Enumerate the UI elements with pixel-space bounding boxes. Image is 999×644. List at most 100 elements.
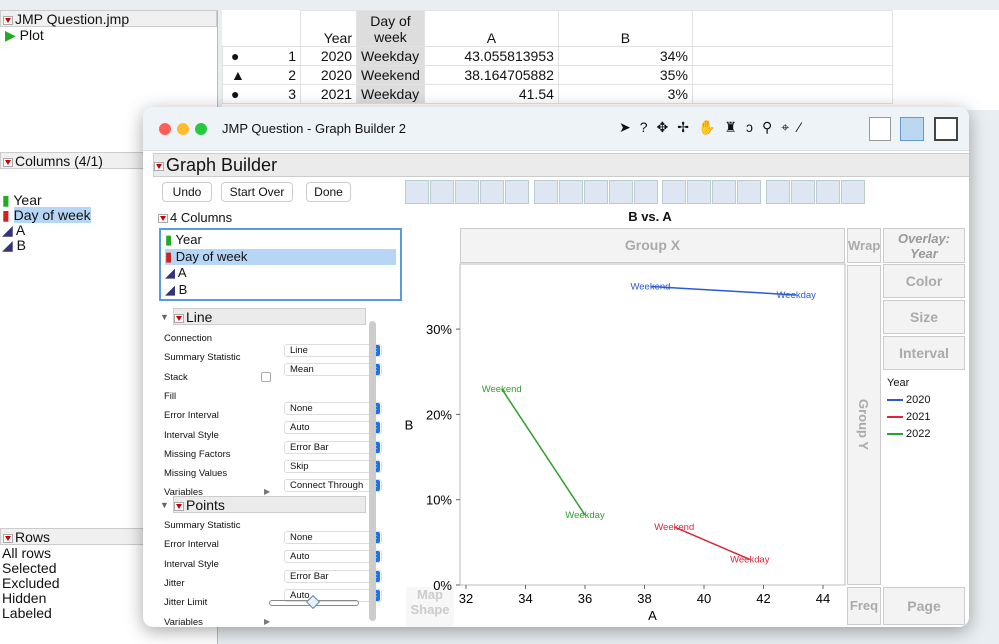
column-day-of-week[interactable]: ▮ Day of week [165, 248, 396, 265]
freq-zone[interactable]: Freq [847, 587, 881, 625]
element-type-bar[interactable] [405, 180, 866, 207]
property-row: Stack [164, 371, 364, 387]
legend-label: 2020 [906, 394, 931, 406]
group-x-zone[interactable]: Group X [460, 228, 845, 263]
x-tick-label: 44 [816, 591, 830, 606]
graph-builder-header[interactable]: Graph Builder [153, 153, 969, 177]
table-row[interactable]: ● 3 2021 Weekday 41.54 3% [222, 84, 893, 104]
jitter-slider[interactable] [269, 595, 359, 610]
data-table: Year Day of week A B ● 1 2020 Weekday 43.055813… [222, 10, 999, 110]
red-triangle-icon[interactable] [3, 157, 13, 167]
line-fit-icon[interactable] [455, 180, 479, 204]
mosaic-icon[interactable] [737, 180, 762, 204]
parallel-icon[interactable] [840, 180, 865, 204]
red-triangle-icon[interactable] [158, 214, 168, 224]
rows-excluded[interactable]: Excluded [2, 576, 60, 591]
points-icon[interactable] [405, 180, 429, 204]
red-triangle-icon[interactable] [154, 161, 164, 171]
script-plot[interactable]: ▶ Plot [0, 27, 217, 44]
line-section-header[interactable]: ▼ Line [160, 308, 366, 325]
map-shape-zone[interactable]: Map Shape [406, 587, 454, 627]
col-header[interactable]: Day of week [356, 10, 425, 47]
column-year[interactable]: ▮ Year [2, 193, 91, 208]
group-y-zone[interactable]: Group Y [847, 265, 881, 585]
column-b[interactable]: ◢ B [165, 282, 396, 299]
legend: Year 2020 2021 2022 [887, 377, 930, 440]
formula-icon[interactable] [790, 180, 815, 204]
caption-box-icon[interactable] [765, 180, 790, 204]
journal-icon[interactable] [869, 117, 891, 141]
table-row[interactable]: ▲ 2 2020 Weekend 38.164705882 35% [222, 65, 893, 85]
col-header[interactable]: A [423, 10, 559, 47]
col-label: A [15, 222, 26, 238]
zoom-button[interactable] [195, 123, 207, 135]
line-icon[interactable] [533, 180, 558, 204]
property-label: Connection [164, 333, 213, 344]
file-name: JMP Question.jmp [15, 11, 130, 27]
bar-icon[interactable] [558, 180, 583, 204]
heatmap-icon[interactable] [662, 180, 687, 204]
points-section-header[interactable]: ▼ Points [160, 496, 366, 513]
box-plot-icon[interactable] [608, 180, 633, 204]
table-row[interactable]: ● 1 2020 Weekday 43.055813953 34% [222, 46, 893, 66]
section-title: Graph Builder [166, 155, 278, 175]
property-row: Connection Line [164, 333, 382, 357]
undo-button[interactable]: Undo [162, 182, 212, 202]
property-label: Interval Style [164, 558, 219, 570]
series-line-2022 [501, 388, 586, 516]
property-row: Missing Factors Skip [164, 449, 382, 473]
column-year[interactable]: ▮ Year [165, 232, 396, 249]
map-shapes-icon[interactable] [815, 180, 840, 204]
rows-selected[interactable]: Selected [2, 561, 60, 576]
column-a[interactable]: ◢ A [2, 223, 91, 238]
color-zone[interactable]: Color [883, 264, 965, 298]
column-list[interactable]: ▮ Year ▮ Day of week ◢ A ◢ B [159, 228, 402, 301]
area-icon[interactable] [583, 180, 608, 204]
legend-item[interactable]: 2021 [887, 411, 930, 423]
treemap-icon[interactable] [712, 180, 737, 204]
column-day-of-week[interactable]: ▮ Day of week [2, 207, 91, 223]
col-header[interactable]: Year [300, 10, 357, 47]
start-over-button[interactable]: Start Over [221, 182, 293, 202]
interval-zone[interactable]: Interval [883, 336, 965, 370]
legend-item[interactable]: 2020 [887, 394, 930, 406]
rows-all[interactable]: All rows [2, 546, 60, 561]
histogram-icon[interactable] [633, 180, 658, 204]
legend-swatch [887, 416, 903, 419]
ellipse-icon[interactable] [480, 180, 504, 204]
close-button[interactable] [159, 123, 171, 135]
slider-thumb[interactable] [305, 595, 321, 610]
nominal-icon: ▮ [2, 207, 10, 223]
minimize-button[interactable] [177, 123, 189, 135]
col-header[interactable]: B [557, 10, 693, 47]
page-zone[interactable]: Page [883, 587, 965, 625]
columns-label[interactable]: 4 Columns [158, 210, 232, 225]
property-row: Summary Statistic Mean [164, 352, 382, 377]
tool-palette[interactable]: ➤?✥✢✋♜ↄ⚲⌖⁄ [619, 119, 809, 136]
red-triangle-icon[interactable] [3, 533, 13, 543]
point-label: Weekday [565, 510, 605, 521]
col-label: Year [13, 192, 42, 208]
size-zone[interactable]: Size [883, 300, 965, 334]
control-panel-icon[interactable] [934, 117, 958, 141]
legend-item[interactable]: 2022 [887, 428, 930, 440]
stack-checkbox[interactable] [261, 371, 271, 382]
wrap-zone[interactable]: Wrap [847, 228, 881, 263]
table-corner[interactable] [223, 11, 301, 47]
rows-hidden[interactable]: Hidden [2, 591, 60, 606]
pie-icon[interactable] [687, 180, 712, 204]
expand-icon[interactable]: ▶ [264, 617, 270, 626]
column-a[interactable]: ◢ A [165, 265, 396, 282]
point-label: Weekend [482, 384, 522, 395]
overlay-zone[interactable]: Overlay: Year [883, 228, 965, 263]
smoother-icon[interactable] [430, 180, 454, 204]
file-header[interactable]: JMP Question.jmp [0, 10, 217, 27]
red-triangle-icon[interactable] [3, 15, 13, 25]
numeric-icon: ◢ [2, 222, 13, 238]
rows-labeled[interactable]: Labeled [2, 606, 60, 621]
scrollbar[interactable] [369, 321, 376, 621]
column-b[interactable]: ◢ B [2, 238, 91, 253]
done-button[interactable]: Done [306, 182, 351, 202]
data-table-icon[interactable] [900, 117, 924, 141]
contour-icon[interactable] [505, 180, 529, 204]
